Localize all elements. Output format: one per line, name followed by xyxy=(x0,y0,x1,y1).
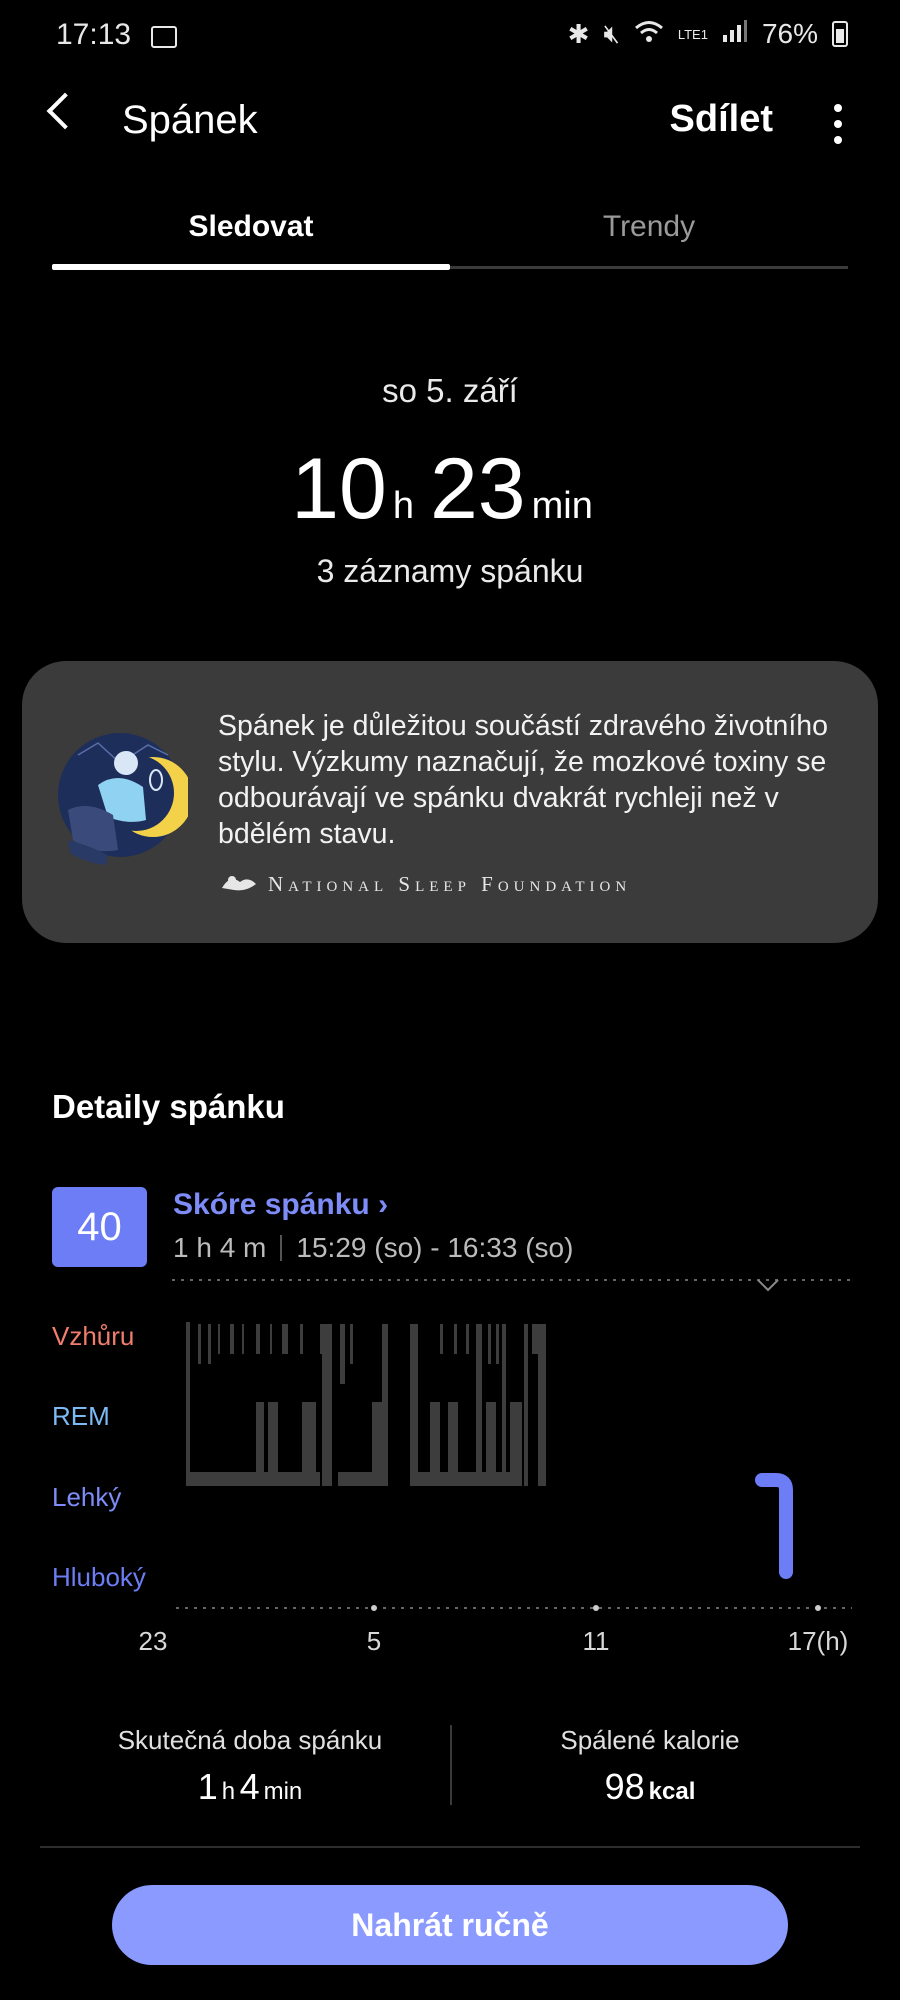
sleep-duration: 10 h 23 min xyxy=(0,440,900,539)
bottom-divider xyxy=(40,1846,860,1848)
meta-separator xyxy=(280,1235,283,1261)
mute-icon: 🔇︎ xyxy=(603,18,620,48)
sleep-score-link[interactable]: Skóre spánku › xyxy=(173,1188,388,1222)
tab-active-indicator xyxy=(52,264,450,270)
status-icons: ✱ 🔇︎ LTE1 76% xyxy=(568,18,848,50)
sleep-score-label: Skóre spánku xyxy=(173,1188,370,1221)
sleep-records-count: 3 záznamy spánku xyxy=(316,553,584,589)
tab-sledovat[interactable]: Sledovat xyxy=(52,210,450,244)
actual-sleep-hours-unit: h xyxy=(221,1778,236,1805)
wifi-icon xyxy=(634,19,664,50)
nsf-name: National Sleep Foundation xyxy=(268,872,632,896)
actual-sleep-minutes-unit: min xyxy=(263,1778,303,1805)
duration-hours: 10 xyxy=(291,441,387,537)
info-card-text: Spánek je důležitou součástí zdravého ži… xyxy=(218,710,828,850)
duration-minutes-unit: min xyxy=(531,485,593,527)
nsf-source: National Sleep Foundation xyxy=(220,870,631,899)
stage-label-rem: REM xyxy=(52,1401,110,1431)
x-label-5: 5 xyxy=(366,1626,382,1656)
actual-sleep-value: 1h 4 min xyxy=(50,1766,450,1808)
sleep-session-meta: 1 h 4 m 15:29 (so) - 16:33 (so) xyxy=(173,1232,573,1264)
x-label-11: 11 xyxy=(582,1626,610,1656)
nsf-logo-icon xyxy=(220,870,258,899)
bluetooth-icon: ✱ xyxy=(567,18,590,49)
calories-unit: kcal xyxy=(648,1778,696,1805)
inactive-session-1 xyxy=(186,1322,388,1486)
sleep-person-moon-illustration xyxy=(58,725,193,885)
actual-sleep-hours: 1 xyxy=(197,1766,218,1807)
actual-sleep-label: Skutečná doba spánku xyxy=(117,1725,383,1755)
calories-number: 98 xyxy=(604,1766,645,1807)
sleep-date: so 5. září xyxy=(382,372,518,409)
session-duration: 1 h 4 m xyxy=(173,1232,267,1263)
battery-percent: 76% xyxy=(761,18,818,49)
session-range: 15:29 (so) - 16:33 (so) xyxy=(296,1232,574,1263)
x-tick-11 xyxy=(593,1605,599,1611)
network-label: LTE1 xyxy=(677,26,708,42)
sleep-score-badge: 40 xyxy=(52,1187,147,1267)
stage-label-awake: Vzhůru xyxy=(52,1321,135,1351)
page-title: Spánek xyxy=(122,98,258,142)
calories-value: 98 kcal xyxy=(450,1766,850,1808)
sleep-stages-chart[interactable] xyxy=(172,1272,852,1616)
chevron-right-icon: › xyxy=(378,1188,389,1221)
signal-icon xyxy=(722,18,748,50)
x-label-17: 17(h) xyxy=(787,1626,849,1656)
x-tick-17 xyxy=(815,1605,821,1611)
upload-manually-button[interactable]: Nahrát ručně xyxy=(112,1885,788,1965)
share-button[interactable]: Sdílet xyxy=(670,98,773,141)
duration-hours-unit: h xyxy=(392,485,414,527)
status-time: 17:13 xyxy=(56,18,132,51)
chart-marker-chevron xyxy=(757,1279,779,1292)
calories-label: Spálené kalorie xyxy=(560,1725,740,1755)
tab-trendy[interactable]: Trendy xyxy=(450,210,848,244)
stage-label-deep: Hluboký xyxy=(52,1562,146,1592)
active-session-stages xyxy=(755,1473,793,1579)
x-tick-5 xyxy=(371,1605,377,1611)
back-arrow-icon[interactable] xyxy=(46,92,84,130)
more-vert-icon[interactable] xyxy=(834,104,842,144)
x-label-23: 23 xyxy=(138,1626,168,1656)
battery-icon xyxy=(832,21,848,47)
details-title: Detaily spánku xyxy=(52,1088,285,1125)
stage-label-light: Lehký xyxy=(52,1482,122,1512)
image-icon xyxy=(151,26,177,48)
duration-minutes: 23 xyxy=(429,441,526,537)
inactive-session-2 xyxy=(410,1324,546,1486)
actual-sleep-minutes: 4 xyxy=(239,1766,260,1807)
